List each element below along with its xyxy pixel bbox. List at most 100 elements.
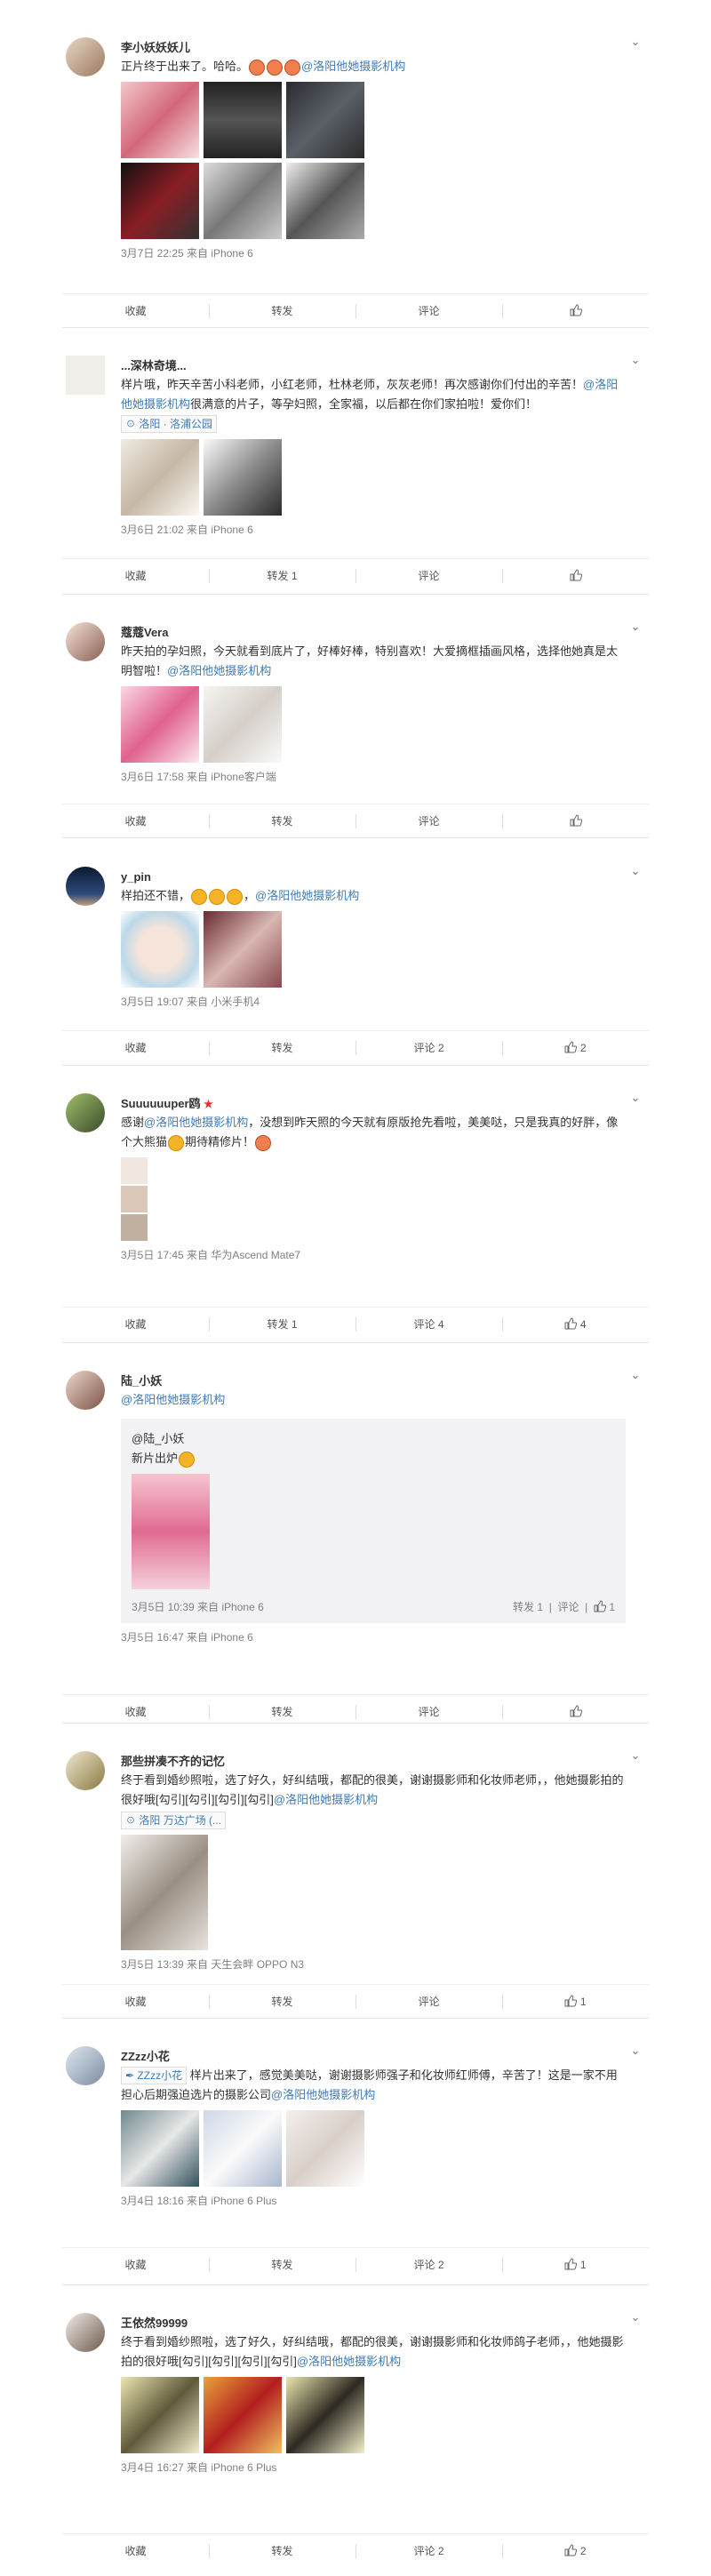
repost-forward-button[interactable]: 转发 1: [513, 1601, 543, 1613]
like-button[interactable]: 4: [502, 1308, 649, 1341]
photo-thumbnail[interactable]: [204, 439, 282, 516]
like-button[interactable]: [502, 294, 649, 328]
mention-link[interactable]: @洛阳他她摄影机构: [255, 889, 359, 902]
photo-thumbnail[interactable]: [204, 911, 282, 988]
photo-thumbnail[interactable]: [204, 2377, 282, 2453]
forward-button[interactable]: 转发: [209, 1695, 356, 1729]
photo-thumbnail[interactable]: [204, 686, 282, 763]
username[interactable]: ZZzz小花: [121, 2048, 626, 2066]
like-button[interactable]: 1: [502, 2248, 649, 2282]
photo-thumbnail[interactable]: [204, 163, 282, 239]
chevron-down-icon[interactable]: ⌄: [629, 354, 642, 366]
like-button[interactable]: 2: [502, 1031, 649, 1065]
photo-thumbnail[interactable]: [132, 1474, 210, 1589]
username[interactable]: y_pin: [121, 868, 626, 886]
photo-thumbnail[interactable]: [286, 163, 364, 239]
comment-button[interactable]: 评论: [356, 294, 502, 328]
chevron-down-icon[interactable]: ⌄: [629, 1369, 642, 1381]
avatar[interactable]: [66, 2313, 105, 2352]
avatar[interactable]: [66, 37, 105, 76]
favorite-button[interactable]: 收藏: [62, 804, 209, 838]
avatar[interactable]: [66, 1093, 105, 1132]
chevron-down-icon[interactable]: ⌄: [629, 620, 642, 633]
photo-thumbnail[interactable]: [121, 163, 199, 239]
forward-button[interactable]: 转发: [209, 804, 356, 838]
like-button[interactable]: [502, 804, 649, 838]
mention-link[interactable]: @洛阳他她摄影机构: [144, 1116, 248, 1129]
repost-user-link[interactable]: @陆_小妖: [132, 1432, 184, 1445]
chevron-down-icon[interactable]: ⌄: [629, 1092, 642, 1104]
comment-button[interactable]: 评论: [356, 1695, 502, 1729]
photo-thumbnail[interactable]: [121, 1214, 148, 1241]
comment-button[interactable]: 评论 2: [356, 1031, 502, 1065]
photo-thumbnail[interactable]: [204, 2110, 282, 2187]
username[interactable]: Suuuuuuper鸥 ★: [121, 1095, 626, 1113]
favorite-button[interactable]: 收藏: [62, 294, 209, 328]
forward-button[interactable]: 转发: [209, 1031, 356, 1065]
mention-link[interactable]: @洛阳他她摄影机构: [271, 2088, 375, 2101]
comment-button[interactable]: 评论: [356, 1985, 502, 2019]
chevron-down-icon[interactable]: ⌄: [629, 1749, 642, 1762]
chevron-down-icon[interactable]: ⌄: [629, 2311, 642, 2324]
avatar[interactable]: [66, 1751, 105, 1790]
username[interactable]: 王依然99999: [121, 2315, 626, 2332]
forward-button[interactable]: 转发: [209, 2534, 356, 2568]
forward-button[interactable]: 转发: [209, 294, 356, 328]
photo-thumbnail[interactable]: [121, 2110, 199, 2187]
mention-link[interactable]: @洛阳他她摄影机构: [274, 1793, 378, 1806]
like-button[interactable]: [502, 559, 649, 593]
mention-link[interactable]: @洛阳他她摄影机构: [301, 60, 405, 73]
comment-button[interactable]: 评论: [356, 559, 502, 593]
photo-thumbnail[interactable]: [121, 911, 199, 988]
forward-button[interactable]: 转发 1: [209, 559, 356, 593]
comment-button[interactable]: 评论 2: [356, 2248, 502, 2282]
photo-thumbnail[interactable]: [121, 1157, 148, 1184]
avatar[interactable]: [66, 867, 105, 906]
photo-thumbnail[interactable]: [121, 686, 199, 763]
forward-button[interactable]: 转发: [209, 2248, 356, 2282]
comment-button[interactable]: 评论: [356, 804, 502, 838]
favorite-button[interactable]: 收藏: [62, 559, 209, 593]
repost-like-button[interactable]: 1: [594, 1600, 615, 1613]
photo-thumbnail[interactable]: [286, 2110, 364, 2187]
location-tag[interactable]: ☉ 洛阳 · 洛浦公园: [121, 415, 218, 433]
repost-comment-button[interactable]: 评论: [558, 1601, 579, 1613]
like-button[interactable]: 1: [502, 1985, 649, 2019]
comment-button[interactable]: 评论 4: [356, 1308, 502, 1341]
mention-link[interactable]: @洛阳他她摄影机构: [297, 2355, 401, 2368]
chevron-down-icon[interactable]: ⌄: [629, 2044, 642, 2057]
username[interactable]: 陆_小妖: [121, 1372, 626, 1390]
comment-button[interactable]: 评论 2: [356, 2534, 502, 2568]
username[interactable]: 李小妖妖妖儿: [121, 39, 626, 57]
favorite-button[interactable]: 收藏: [62, 1985, 209, 2019]
avatar[interactable]: [66, 356, 105, 395]
photo-thumbnail[interactable]: [121, 82, 199, 158]
photo-thumbnail[interactable]: [204, 82, 282, 158]
favorite-button[interactable]: 收藏: [62, 2534, 209, 2568]
like-button[interactable]: [502, 1695, 649, 1729]
photo-thumbnail[interactable]: [121, 1835, 208, 1950]
like-button[interactable]: 2: [502, 2534, 649, 2568]
photo-thumbnail[interactable]: [121, 2377, 199, 2453]
photo-thumbnail[interactable]: [286, 82, 364, 158]
username[interactable]: 那些拼凑不齐的记忆: [121, 1753, 626, 1771]
photo-thumbnail[interactable]: [121, 439, 199, 516]
favorite-button[interactable]: 收藏: [62, 1031, 209, 1065]
forward-button[interactable]: 转发: [209, 1985, 356, 2019]
user-tag[interactable]: ✒ ZZzz小花: [121, 2067, 188, 2084]
location-tag[interactable]: ☉ 洛阳 万达广场 (...: [121, 1812, 227, 1829]
avatar[interactable]: [66, 622, 105, 661]
favorite-button[interactable]: 收藏: [62, 1695, 209, 1729]
mention-link[interactable]: @洛阳他她摄影机构: [121, 1393, 225, 1406]
photo-thumbnail[interactable]: [121, 1186, 148, 1212]
username[interactable]: 蔻蔻Vera: [121, 624, 626, 642]
username[interactable]: ...深林奇境...: [121, 357, 626, 375]
chevron-down-icon[interactable]: ⌄: [629, 36, 642, 48]
forward-button[interactable]: 转发 1: [209, 1308, 356, 1341]
photo-thumbnail[interactable]: [286, 2377, 364, 2453]
favorite-button[interactable]: 收藏: [62, 2248, 209, 2282]
mention-link[interactable]: @洛阳他她摄影机构: [167, 664, 271, 677]
avatar[interactable]: [66, 1371, 105, 1410]
chevron-down-icon[interactable]: ⌄: [629, 865, 642, 877]
avatar[interactable]: [66, 2046, 105, 2085]
